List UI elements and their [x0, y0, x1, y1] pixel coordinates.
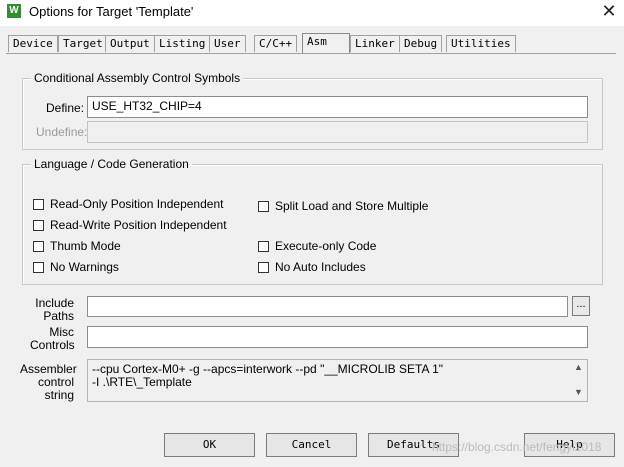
checkbox-label: No Warnings — [50, 260, 119, 274]
close-icon[interactable]: ✕ — [598, 1, 620, 23]
window-title: Options for Target 'Template' — [29, 4, 194, 19]
tab-asm[interactable]: Asm — [302, 33, 350, 53]
scroll-up-icon[interactable]: ▲ — [570, 362, 587, 372]
checkbox-box[interactable] — [33, 198, 44, 210]
checkbox-box[interactable] — [258, 261, 269, 273]
checkbox-box[interactable] — [33, 240, 44, 252]
defaults-button[interactable]: Defaults — [368, 433, 459, 457]
tab-debug[interactable]: Debug — [399, 35, 443, 52]
checkbox-label: No Auto Includes — [275, 260, 366, 274]
include-paths-label-line1: Include — [35, 296, 74, 310]
ok-button[interactable]: OK — [164, 433, 255, 457]
checkbox-label: Read-Write Position Independent — [50, 218, 227, 232]
uvision-app-icon: W — [7, 4, 21, 18]
checkbox-label: Execute-only Code — [275, 239, 377, 253]
tab-linker[interactable]: Linker — [350, 35, 400, 52]
checkbox-box[interactable] — [258, 240, 269, 252]
checkbox-box[interactable] — [33, 219, 44, 231]
tab-user[interactable]: User — [209, 35, 246, 52]
no-auto-includes-checkbox[interactable]: No Auto Includes — [258, 260, 366, 274]
assembler-control-string: --cpu Cortex-M0+ -g --apcs=interwork --p… — [87, 359, 588, 402]
misc-controls-label-line2: Controls — [30, 338, 75, 352]
title-bar: W Options for Target 'Template' ✕ — [0, 0, 624, 26]
misc-controls-input[interactable] — [87, 326, 588, 348]
include-paths-input[interactable] — [87, 296, 568, 317]
checkbox-label: Split Load and Store Multiple — [275, 199, 429, 213]
assembler-control-label-line1: Assembler — [20, 362, 77, 376]
cancel-button[interactable]: Cancel — [266, 433, 357, 457]
include-paths-browse-button[interactable]: ... — [572, 296, 590, 316]
conditional-assembly-title: Conditional Assembly Control Symbols — [31, 71, 244, 85]
assembler-control-line2: -I .\RTE\_Template — [92, 375, 192, 389]
checkbox-label: Thumb Mode — [50, 239, 121, 253]
assembler-control-label-line3: string — [44, 388, 74, 402]
tab-panel-border — [6, 53, 616, 54]
execute-only-code-checkbox[interactable]: Execute-only Code — [258, 239, 376, 253]
read-only-position-independent-checkbox[interactable]: Read-Only Position Independent — [33, 197, 223, 211]
undefine-input — [87, 121, 588, 143]
tab-listing[interactable]: Listing — [154, 35, 211, 52]
define-label: Define: — [46, 101, 85, 115]
split-load-store-multiple-checkbox[interactable]: Split Load and Store Multiple — [258, 199, 428, 213]
tab-utilities[interactable]: Utilities — [446, 35, 516, 52]
include-paths-label-line2: Paths — [43, 309, 74, 323]
tab-device[interactable]: Device — [8, 35, 58, 52]
checkbox-box[interactable] — [258, 200, 269, 212]
language-code-generation-title: Language / Code Generation — [31, 157, 192, 171]
scroll-down-icon[interactable]: ▼ — [570, 387, 587, 397]
assembler-control-label-line2: control — [37, 375, 74, 389]
read-write-position-independent-checkbox[interactable]: Read-Write Position Independent — [33, 218, 227, 232]
help-button[interactable]: Help — [524, 433, 615, 457]
tab-strip: Device Target Output Listing User C/C++ … — [6, 33, 618, 53]
no-warnings-checkbox[interactable]: No Warnings — [33, 260, 119, 274]
tab-c-cpp[interactable]: C/C++ — [254, 35, 298, 52]
tab-target[interactable]: Target — [58, 35, 108, 52]
misc-controls-label-line1: Misc — [49, 325, 74, 339]
tab-output[interactable]: Output — [105, 35, 155, 52]
undefine-label: Undefine: — [36, 125, 88, 139]
checkbox-label: Read-Only Position Independent — [50, 197, 224, 211]
checkbox-box[interactable] — [33, 261, 44, 273]
thumb-mode-checkbox[interactable]: Thumb Mode — [33, 239, 121, 253]
define-input[interactable]: USE_HT32_CHIP=4 — [87, 96, 588, 118]
